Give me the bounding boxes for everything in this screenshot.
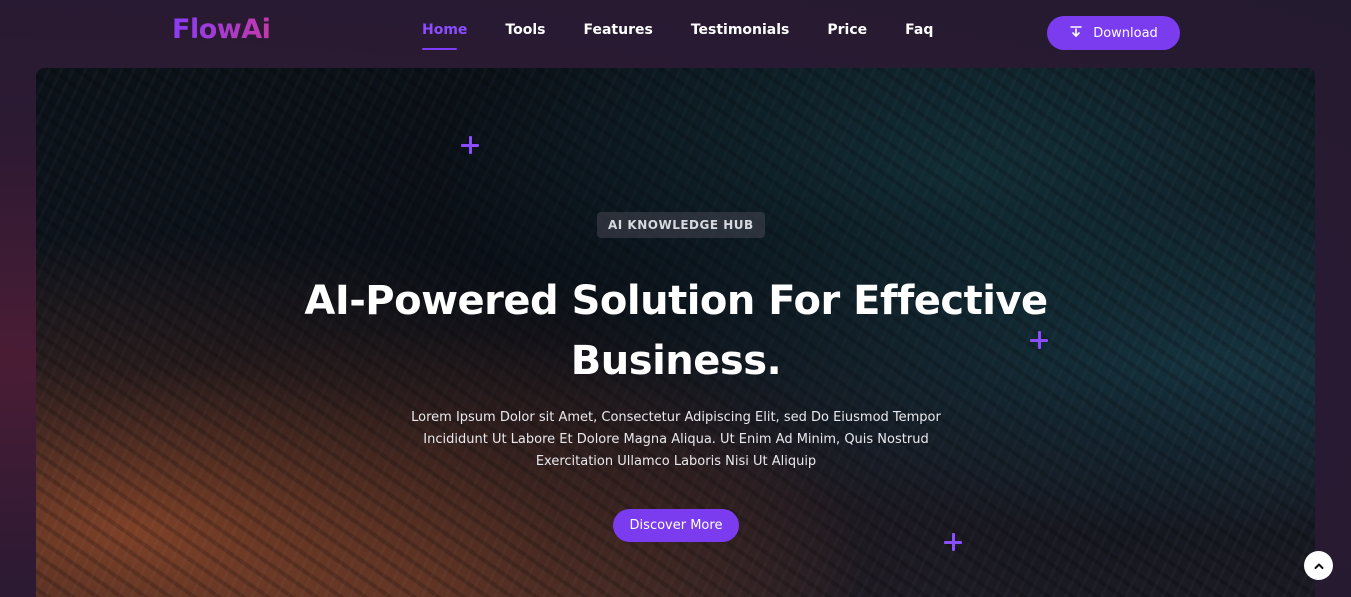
hero-badge: AI KNOWLEDGE HUB [597, 212, 765, 238]
discover-more-button[interactable]: Discover More [613, 509, 739, 542]
scroll-to-top-button[interactable] [1304, 551, 1333, 580]
site-header: FlowAi Home Tools Features Testimonials … [0, 0, 1351, 66]
chevron-up-icon [1313, 560, 1325, 572]
hero-description: Lorem Ipsum Dolor sit Amet, Consectetur … [406, 407, 946, 473]
hero-headline-line1: AI-Powered Solution For Effective [304, 278, 1048, 324]
nav-item-faq[interactable]: Faq [905, 22, 933, 38]
brand-logo[interactable]: FlowAi [172, 14, 271, 45]
main-nav: Home Tools Features Testimonials Price F… [422, 22, 971, 50]
hero-description-line1: Lorem Ipsum Dolor sit Amet, Consectetur … [411, 410, 941, 425]
page: FlowAi Home Tools Features Testimonials … [0, 0, 1351, 597]
hero-headline: AI-Powered Solution For Effective Busine… [276, 271, 1076, 391]
nav-item-features[interactable]: Features [583, 22, 652, 38]
download-button[interactable]: Download [1047, 16, 1180, 50]
nav-item-testimonials[interactable]: Testimonials [691, 22, 790, 38]
nav-item-price[interactable]: Price [827, 22, 867, 38]
nav-item-home[interactable]: Home [422, 22, 467, 50]
plus-sparkle-icon [461, 136, 479, 154]
hero-headline-line2: Business. [570, 338, 782, 384]
download-label: Download [1093, 25, 1158, 41]
nav-item-tools[interactable]: Tools [505, 22, 545, 38]
hero-description-line2: Incididunt Ut Labore Et Dolore Magna Ali… [423, 432, 929, 447]
download-icon [1069, 24, 1083, 42]
hero-section: AI KNOWLEDGE HUB AI-Powered Solution For… [36, 68, 1315, 597]
hero-description-line3: Exercitation Ullamco Laboris Nisi Ut Ali… [535, 454, 817, 469]
plus-sparkle-icon [944, 533, 962, 551]
